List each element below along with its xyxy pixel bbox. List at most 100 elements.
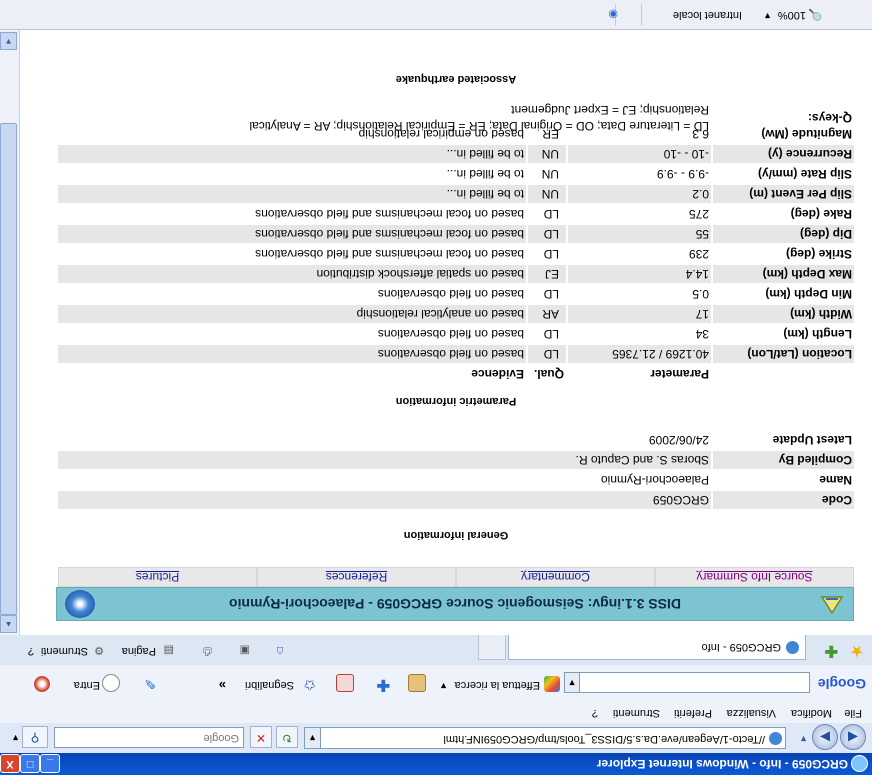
cell-divider [711, 325, 713, 343]
print-icon[interactable]: ⎙ [203, 644, 212, 657]
param-evidence: to be filled in... [446, 147, 524, 161]
param-qual: UN [541, 187, 559, 201]
param-value: 34 [695, 327, 709, 341]
tools-menu-button[interactable]: Strumenti [41, 645, 88, 657]
stop-icon[interactable]: ✕ [250, 726, 272, 748]
scroll-down-icon[interactable]: ▼ [0, 32, 17, 50]
cell-divider [526, 345, 528, 363]
cell-divider [711, 205, 713, 223]
url-dropdown-icon[interactable]: ▼ [305, 728, 321, 748]
back-arrow-icon[interactable]: ◀ [840, 724, 866, 750]
signin-button[interactable]: Entra [74, 679, 100, 691]
search-dropdown-icon[interactable]: ▼ [439, 681, 448, 691]
param-value: 0.5 [692, 287, 709, 301]
add-favorites-icon[interactable]: ✚ [822, 642, 838, 659]
param-row: Slip Per Event (m) 0.2 UN to be filled in..… [58, 185, 854, 203]
general-info-row: Compiled By Sboras S. and Caputo R. [58, 451, 854, 469]
search-input[interactable]: Google [54, 727, 244, 748]
ie-settings-icon[interactable] [34, 676, 50, 692]
cell-divider [566, 245, 568, 263]
param-value: 17 [695, 307, 709, 321]
url-input[interactable]: //Tecto-1/Aegean/eve.Da.s.5/DISS3_Tools/… [304, 727, 786, 749]
history-dropdown-icon[interactable]: ▼ [799, 734, 808, 744]
google-search-dropdown-icon[interactable]: ▼ [565, 673, 580, 692]
cell-divider [526, 165, 528, 183]
maximize-button[interactable]: □ [20, 754, 40, 773]
menu-strumenti[interactable]: Strumenti [613, 707, 660, 719]
qkeys-line-1: LD = Literature Data; OD = Original Data… [249, 119, 709, 133]
browser-window: GRCG059 - Info - Windows Internet Explor… [0, 0, 872, 775]
scroll-up-icon[interactable]: ▲ [0, 615, 17, 633]
google-search-icon [544, 676, 560, 692]
settings-wrench-icon[interactable]: ✎ [140, 676, 156, 692]
cell-divider [526, 185, 528, 203]
forward-arrow-icon[interactable]: ▶ [812, 724, 838, 750]
param-evidence: based on focal mechanisms and field obse… [255, 207, 524, 221]
cell-divider [566, 265, 568, 283]
cell-divider [711, 145, 713, 163]
help-icon[interactable]: ? [28, 645, 34, 657]
bookmarks-star-icon: ✩ [303, 676, 316, 693]
qkeys-label: Q-keys: [807, 111, 852, 125]
nav-pictures[interactable]: Pictures [58, 567, 257, 587]
menu-modifica[interactable]: Modifica [791, 707, 832, 719]
page-menu-button[interactable]: Pagina [122, 645, 156, 657]
cell-divider [711, 345, 713, 363]
menu-visualizza[interactable]: Visualizza [727, 707, 776, 719]
menu-help[interactable]: ? [592, 707, 598, 719]
search-icon[interactable]: ⚲ [22, 726, 48, 748]
param-qual: LD [543, 287, 559, 301]
feeds-icon[interactable]: ▣ [240, 644, 250, 657]
param-row: Strike (deg) 239 LD based on focal mechanis… [58, 245, 854, 263]
mail-icon[interactable] [408, 674, 426, 692]
search-placeholder: Google [203, 732, 239, 744]
zoom-level[interactable]: 100% [778, 9, 806, 21]
param-value: 275 [688, 207, 709, 221]
home-icon[interactable]: ⌂ [276, 644, 284, 659]
favorites-star-icon[interactable]: ★ [848, 642, 864, 659]
cell-divider [526, 145, 528, 163]
vertical-scrollbar[interactable]: ▲ ▼ [0, 30, 20, 635]
page-title: DISS 3.1.ingv: Seismogenic Source GRCG05… [228, 596, 682, 612]
general-info-value: GRCG059 [652, 493, 709, 507]
more-tools-button[interactable]: » [219, 678, 226, 693]
param-value: -9.9 - -9.9 [656, 167, 709, 181]
cell-divider [566, 345, 568, 363]
search-options-icon[interactable]: ▼ [11, 733, 20, 743]
plus-icon[interactable]: ✚ [374, 676, 390, 693]
param-value: 14.4 [685, 267, 709, 281]
general-info-row: Name Palaeochori-Rymnio [58, 471, 854, 489]
tab-active[interactable]: GRCG059 - Info [508, 635, 806, 660]
cell-divider [711, 305, 713, 323]
close-button[interactable]: X [0, 754, 20, 773]
cell-divider [711, 285, 713, 303]
param-qual: LD [543, 207, 559, 221]
param-qual: AR [542, 307, 559, 321]
associated-earthquake-heading: Associated earthquake [395, 73, 517, 85]
cell-divider [566, 205, 568, 223]
general-info-label: Compiled By [778, 453, 852, 467]
nav-commentary[interactable]: Commentary [456, 567, 655, 587]
nav-source-info-summary[interactable]: Source Info Summary [655, 567, 854, 587]
param-label: Rake (deg) [790, 207, 852, 221]
cell-divider [526, 265, 528, 283]
refresh-icon[interactable]: ↻ [276, 726, 298, 748]
google-search-input[interactable]: ▼ [564, 672, 810, 693]
new-tab-button[interactable] [478, 635, 506, 660]
cell-divider [711, 431, 713, 449]
security-zone: Intranet locale [672, 9, 742, 21]
general-info-value: 24/06/2009 [648, 433, 709, 447]
page-menu-icon: ▤ [163, 644, 174, 656]
zoom-dropdown-icon[interactable]: ▼ [763, 11, 772, 21]
status-bar: 🔍 100% ▼ Intranet locale ◉ [0, 0, 872, 30]
google-search-button[interactable]: Effettua la ricerca [455, 679, 540, 691]
bookmarks-button[interactable]: Segnalibri [245, 679, 294, 691]
menu-file[interactable]: File [844, 707, 862, 719]
scroll-thumb[interactable] [0, 123, 17, 615]
popup-blocker-icon[interactable] [336, 674, 354, 692]
param-row: Length (km) 34 LD based on field observatio… [58, 325, 854, 343]
minimize-button[interactable]: _ [40, 754, 60, 773]
cell-divider [711, 185, 713, 203]
nav-references[interactable]: References [257, 567, 456, 587]
menu-preferiti[interactable]: Preferiti [674, 707, 712, 719]
